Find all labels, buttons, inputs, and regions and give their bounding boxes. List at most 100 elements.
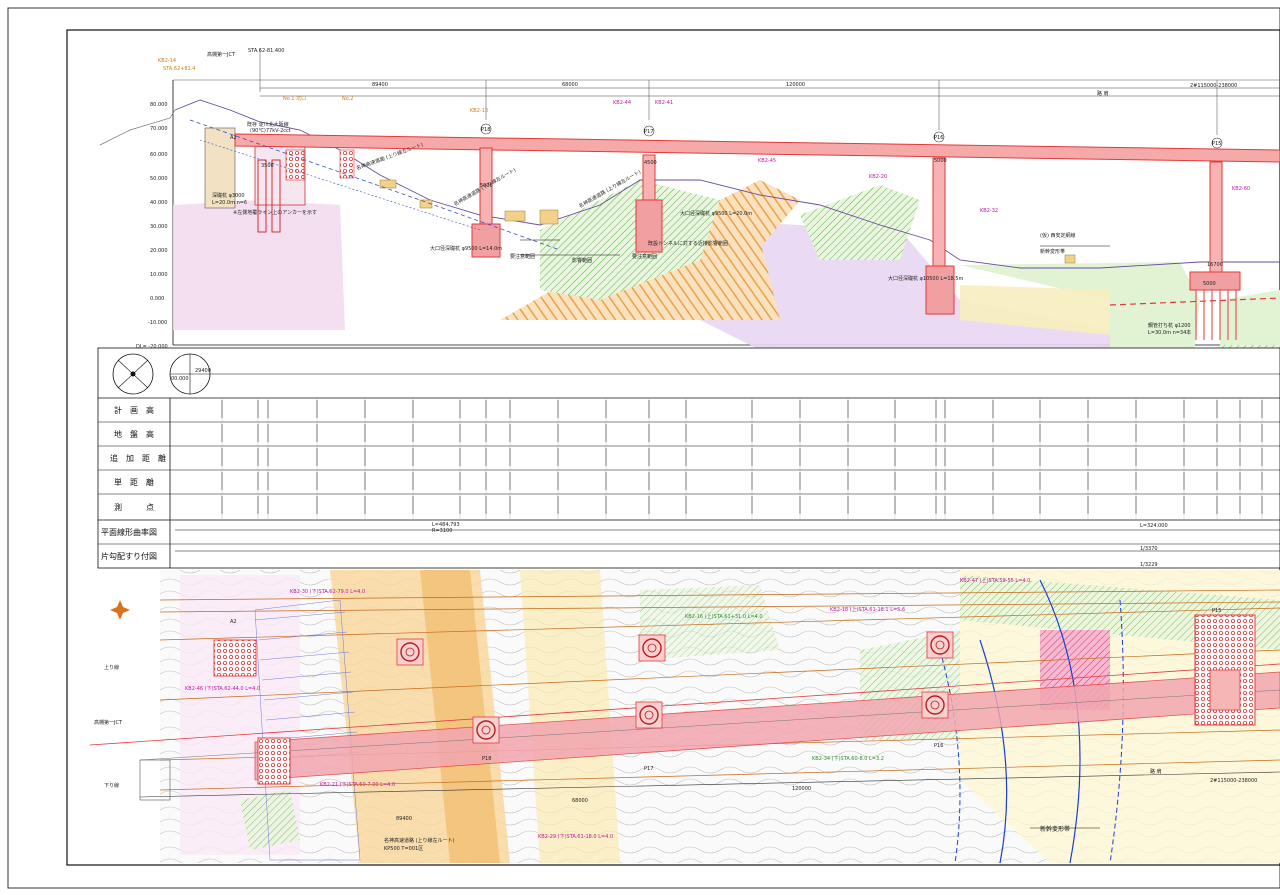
plan-kp-label: KP500 T=001区: [384, 846, 423, 852]
station-value-mark: [459, 496, 461, 514]
table-row-header: 片勾配すり付図: [101, 551, 157, 561]
station-value-mark: [944, 424, 946, 442]
station-value-mark: [221, 448, 223, 466]
svg-text:KB2-32: KB2-32: [980, 208, 998, 214]
station-value-mark: [459, 472, 461, 490]
station-value-mark: [992, 448, 994, 466]
station-value-mark: [1183, 400, 1185, 418]
station-value-mark: [412, 496, 414, 514]
elev-label: 0.000: [150, 296, 164, 302]
note: 新幹変形帯: [1040, 248, 1065, 255]
station-value-mark: [485, 448, 487, 466]
station-value-mark: [605, 448, 607, 466]
station-value-mark: [648, 472, 650, 490]
plan-label-up-line: 上り線: [104, 664, 119, 671]
elev-label: 20.000: [150, 248, 168, 254]
svg-text:KB2-30 (下)STA.62-79.0 L=4.0: KB2-30 (下)STA.62-79.0 L=4.0: [290, 589, 365, 595]
station-value-mark: [364, 496, 366, 514]
station-value-mark: [751, 448, 753, 466]
station-value-mark: [267, 496, 269, 514]
svg-text:No.2: No.2: [342, 96, 353, 102]
station-value-mark: [257, 448, 259, 466]
station-value-mark: [1135, 400, 1137, 418]
station-value-mark: [485, 496, 487, 514]
station-value-mark: [685, 472, 687, 490]
table-row-header: 測 点: [114, 502, 154, 512]
station-value-mark: [557, 424, 559, 442]
station-value-mark: [257, 496, 259, 514]
station-value-mark: [1183, 448, 1185, 466]
pier-tag: A2: [230, 135, 237, 141]
station-value-mark: [847, 448, 849, 466]
station-value-mark: [1183, 424, 1185, 442]
station-value-mark: [894, 472, 896, 490]
drawing-sheet: 80.000 70.000 60.000 50.000 40.000 30.00…: [7, 7, 1280, 889]
station-value-mark: [364, 424, 366, 442]
station-value-mark: [935, 496, 937, 514]
station-value-mark: [1087, 448, 1089, 466]
station-value-mark: [1261, 424, 1263, 442]
station-value-mark: [751, 472, 753, 490]
station-value-mark: [1183, 472, 1185, 490]
svg-text:KB2-20: KB2-20: [869, 174, 887, 180]
note: ※左側地覆ライン上のアンカーを示す: [233, 209, 317, 216]
station-value-mark: [485, 424, 487, 442]
curve-symbol: [112, 353, 154, 395]
station-value-mark: [1039, 448, 1041, 466]
note: 影響範囲: [572, 257, 592, 264]
svg-text:KB2-45: KB2-45: [758, 158, 776, 164]
compass-left-value: 00.000: [171, 376, 189, 382]
ref-station-label: 2#115000-238000: [1190, 83, 1237, 89]
pier-tag: P18: [481, 127, 490, 133]
north-arrow-icon: [110, 600, 130, 620]
svg-text:KB2-14: KB2-14: [158, 58, 176, 64]
compass-right-value: 29400: [195, 368, 211, 374]
profile-table: 計 画 高 地 盤 高 追 加 距 離 単 距 離 測 点 平面線形曲率図 片勾…: [97, 347, 1280, 569]
note: L=30.0m n=34本: [1148, 329, 1191, 336]
note: 要注意範囲: [632, 253, 657, 260]
station-value-mark: [221, 472, 223, 490]
station-value-mark: [509, 448, 511, 466]
station-value-mark: [992, 400, 994, 418]
station-value-mark: [257, 400, 259, 418]
station-value-mark: [648, 424, 650, 442]
station-value-mark: [557, 472, 559, 490]
pier-dim: 5000: [1203, 281, 1216, 287]
plan-label-jct: 高槻第一JCT: [94, 719, 123, 726]
station-value-mark: [557, 448, 559, 466]
elevation-axis: 80.000 70.000 60.000 50.000 40.000 30.00…: [136, 102, 168, 350]
svg-text:KB2-44: KB2-44: [613, 100, 631, 106]
station-value-mark: [1039, 424, 1041, 442]
station-value-mark: [944, 448, 946, 466]
table-row-header: 単 距 離: [114, 477, 154, 487]
station-value-mark: [751, 400, 753, 418]
station-value-mark: [1261, 496, 1263, 514]
station-value-mark: [364, 400, 366, 418]
svg-text:KB2-16 (上)STA.61+31.0 L=4.0: KB2-16 (上)STA.61+31.0 L=4.0: [685, 613, 763, 620]
note: (仮) 西安定網線: [1040, 232, 1076, 239]
pier-dim: 3500: [261, 163, 274, 169]
station-value-mark: [1239, 400, 1241, 418]
station-value-mark: [364, 448, 366, 466]
station-value-mark: [605, 424, 607, 442]
station-value-mark: [1087, 496, 1089, 514]
station-value-mark: [316, 424, 318, 442]
elev-label: 40.000: [150, 200, 168, 206]
station-value-mark: [944, 400, 946, 418]
ref-jct-label: 高槻第一JCT: [207, 51, 236, 58]
station-value-mark: [648, 400, 650, 418]
station-value-mark: [267, 472, 269, 490]
station-value-mark: [648, 448, 650, 466]
plan-view: 上り線 高槻第一JCT 下り線 P18 P17 P16 P15 A2 新幹変形帯…: [89, 570, 1280, 864]
station-value-mark: [509, 424, 511, 442]
station-value-mark: [316, 496, 318, 514]
note: 既存 淀川北大阪線: [247, 121, 289, 128]
station-value-mark: [459, 424, 461, 442]
station-value-mark: [935, 424, 937, 442]
compass-symbol: 29400 00.000: [169, 353, 211, 395]
station-value-mark: [1216, 400, 1218, 418]
plan-pier-label: P18: [482, 756, 491, 762]
station-value-mark: [412, 448, 414, 466]
station-value-mark: [267, 448, 269, 466]
note: 大口径深礎杭 φ9500 L=14.0m: [430, 245, 502, 252]
